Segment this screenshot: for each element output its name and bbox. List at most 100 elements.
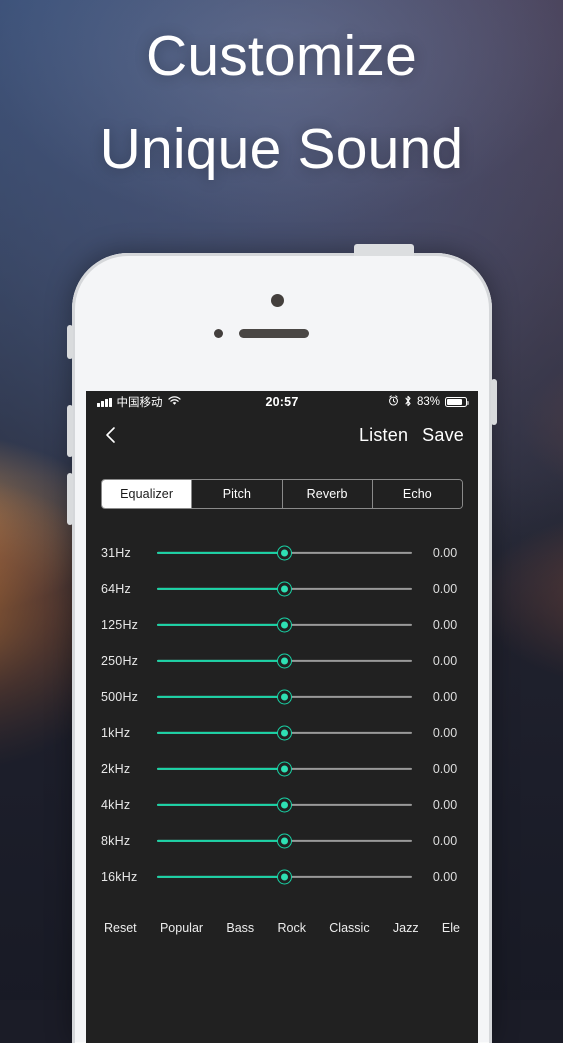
front-camera-icon: [271, 294, 284, 307]
tab-pitch[interactable]: Pitch: [192, 480, 283, 508]
tab-label: Reverb: [306, 487, 348, 501]
band-value-label: 0.00: [432, 798, 458, 812]
volume-down-button: [67, 473, 73, 525]
tab-label: Equalizer: [120, 487, 174, 501]
band-value-label: 0.00: [432, 582, 458, 596]
band-slider[interactable]: [157, 579, 412, 599]
phone-screen: 中国移动 20:57 83% Listen Save Equalizer Pit…: [86, 391, 478, 1043]
carrier-label: 中国移动: [116, 397, 163, 409]
equalizer-band-row: 2kHz 0.00: [86, 751, 478, 787]
slider-thumb[interactable]: [277, 797, 292, 813]
band-value-label: 0.00: [432, 690, 458, 704]
band-frequency-label: 31Hz: [101, 546, 131, 560]
band-slider[interactable]: [157, 723, 412, 743]
band-value-label: 0.00: [432, 546, 458, 560]
slider-thumb[interactable]: [277, 869, 292, 885]
slider-fill: [157, 767, 285, 771]
slider-fill: [157, 839, 285, 843]
equalizer-band-row: 500Hz 0.00: [86, 679, 478, 715]
band-frequency-label: 4kHz: [101, 798, 131, 812]
preset-list: Reset Popular Bass Rock Classic Jazz Ele: [86, 895, 478, 935]
headline-line-2: Unique Sound: [99, 117, 464, 181]
tab-echo[interactable]: Echo: [372, 480, 462, 508]
slider-thumb[interactable]: [277, 689, 292, 705]
equalizer-band-row: 64Hz 0.00: [86, 571, 478, 607]
preset-reset[interactable]: Reset: [104, 921, 137, 935]
slider-thumb[interactable]: [277, 725, 292, 741]
equalizer-band-row: 1kHz 0.00: [86, 715, 478, 751]
band-slider[interactable]: [157, 795, 412, 815]
navigation-bar: Listen Save: [86, 413, 478, 457]
band-frequency-label: 16kHz: [101, 870, 138, 884]
slider-thumb[interactable]: [277, 761, 292, 777]
equalizer-band-row: 125Hz 0.00: [86, 607, 478, 643]
slider-fill: [157, 587, 285, 591]
equalizer-band-row: 16kHz 0.00: [86, 859, 478, 895]
slider-thumb[interactable]: [277, 617, 292, 633]
equalizer-band-list: 31Hz 0.00 64Hz 0.00 125Hz 0.00 250Hz 0.00 500Hz 0…: [86, 535, 478, 895]
band-slider[interactable]: [157, 759, 412, 779]
status-bar: 中国移动 20:57 83%: [86, 391, 478, 413]
band-frequency-label: 64Hz: [101, 582, 131, 596]
alarm-clock-icon: [388, 395, 399, 409]
tab-reverb[interactable]: Reverb: [282, 480, 373, 508]
earpiece-speaker-icon: [239, 329, 309, 338]
slider-fill: [157, 803, 285, 807]
save-button[interactable]: Save: [422, 425, 464, 446]
slider-thumb[interactable]: [277, 581, 292, 597]
listen-button[interactable]: Listen: [359, 425, 408, 446]
slider-thumb[interactable]: [277, 545, 292, 561]
phone-mockup: 中国移动 20:57 83% Listen Save Equalizer Pit…: [67, 244, 497, 1043]
band-slider[interactable]: [157, 543, 412, 563]
band-frequency-label: 125Hz: [101, 618, 139, 632]
tab-equalizer[interactable]: Equalizer: [102, 480, 193, 508]
volume-up-button: [67, 405, 73, 457]
promo-headline: Customize Unique Sound: [0, 0, 563, 178]
band-slider[interactable]: [157, 651, 412, 671]
band-value-label: 0.00: [432, 762, 458, 776]
slider-thumb[interactable]: [277, 833, 292, 849]
signal-bars-icon: [97, 397, 112, 407]
band-slider[interactable]: [157, 615, 412, 635]
power-button-top: [354, 244, 414, 256]
band-slider[interactable]: [157, 831, 412, 851]
equalizer-band-row: 31Hz 0.00: [86, 535, 478, 571]
proximity-sensor-icon: [214, 329, 223, 338]
power-button-side: [491, 379, 497, 425]
slider-fill: [157, 659, 285, 663]
equalizer-band-row: 8kHz 0.00: [86, 823, 478, 859]
slider-fill: [157, 623, 285, 627]
slider-fill: [157, 551, 285, 555]
back-button[interactable]: [100, 424, 122, 446]
slider-fill: [157, 875, 285, 879]
battery-icon: [445, 396, 469, 408]
tab-label: Echo: [402, 487, 432, 501]
mute-switch: [67, 325, 73, 359]
band-value-label: 0.00: [432, 618, 458, 632]
preset-bass[interactable]: Bass: [226, 921, 254, 935]
band-frequency-label: 2kHz: [101, 762, 131, 776]
slider-fill: [157, 695, 285, 699]
headline-line-1: Customize: [145, 24, 418, 88]
effect-tabs: Equalizer Pitch Reverb Echo: [101, 479, 463, 509]
band-value-label: 0.00: [432, 726, 458, 740]
preset-rock[interactable]: Rock: [277, 921, 305, 935]
band-frequency-label: 250Hz: [101, 654, 139, 668]
tab-label: Pitch: [222, 487, 252, 501]
bluetooth-icon: [404, 395, 412, 410]
battery-percent-label: 83%: [416, 396, 440, 408]
wifi-icon: [167, 395, 181, 409]
band-frequency-label: 1kHz: [101, 726, 131, 740]
preset-popular[interactable]: Popular: [160, 921, 203, 935]
band-value-label: 0.00: [432, 834, 458, 848]
slider-fill: [157, 731, 285, 735]
band-value-label: 0.00: [432, 870, 458, 884]
band-slider[interactable]: [157, 867, 412, 887]
preset-classic[interactable]: Classic: [329, 921, 369, 935]
slider-thumb[interactable]: [277, 653, 292, 669]
equalizer-band-row: 4kHz 0.00: [86, 787, 478, 823]
band-value-label: 0.00: [432, 654, 458, 668]
preset-jazz[interactable]: Jazz: [393, 921, 419, 935]
preset-ele[interactable]: Ele: [442, 921, 460, 935]
band-slider[interactable]: [157, 687, 412, 707]
